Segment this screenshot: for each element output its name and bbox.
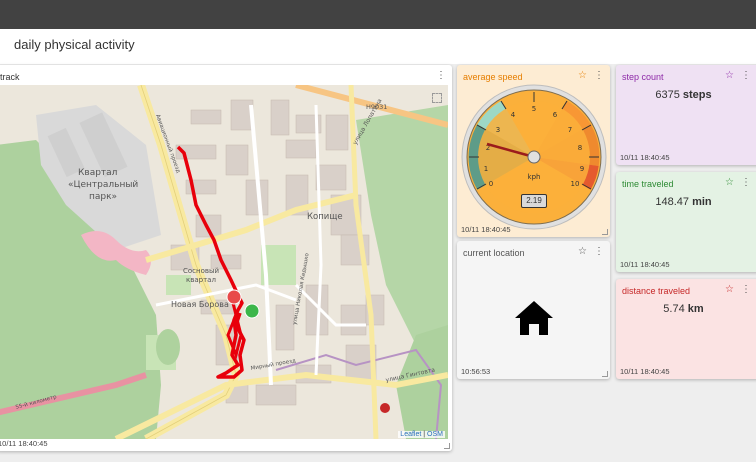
more-menu-icon[interactable]: ⋮ xyxy=(741,284,751,295)
osm-link[interactable]: OSM xyxy=(427,431,443,438)
step-count-timestamp: 10/11 18:40:45 xyxy=(620,153,670,162)
gauge-tick-8: 8 xyxy=(578,144,582,152)
speed-gauge: 0 1 2 3 4 5 6 7 8 9 10 kph xyxy=(461,84,607,230)
step-count-value: 6375 steps xyxy=(616,89,751,101)
map-label-sosnovy: Сосновый xyxy=(183,267,219,275)
step-count-unit: steps xyxy=(682,89,712,101)
resize-handle[interactable] xyxy=(444,443,450,449)
map-label-kvartal2: квартал xyxy=(186,276,216,284)
map-attribution: Leaflet | OSM xyxy=(398,431,445,438)
map-label-kvartal: Квартал xyxy=(78,168,117,178)
star-icon[interactable]: ☆ xyxy=(578,246,587,257)
gauge-tick-6: 6 xyxy=(553,111,558,119)
app-top-bar xyxy=(0,0,756,29)
poi-marker xyxy=(380,403,390,413)
resize-handle[interactable] xyxy=(602,229,608,235)
fullscreen-icon[interactable] xyxy=(432,93,442,103)
current-location-title: current location xyxy=(463,248,525,258)
average-speed-widget: average speed ☆ ⋮ 0 1 2 3 4 5 6 7 8 9 10… xyxy=(457,65,610,237)
star-icon[interactable]: ☆ xyxy=(725,70,734,81)
gauge-tick-4: 4 xyxy=(511,111,516,119)
map-label-central-park: «Центральный xyxy=(68,180,138,190)
gauge-unit: kph xyxy=(528,173,541,181)
time-traveled-title: time traveled xyxy=(622,179,674,189)
distance-traveled-value: 5.74 km xyxy=(616,303,751,315)
map-tiles: Квартал «Центральный парк» Копище Соснов… xyxy=(0,85,448,439)
gauge-tick-7: 7 xyxy=(568,126,572,134)
time-traveled-unit: min xyxy=(692,196,712,208)
star-icon[interactable]: ☆ xyxy=(725,177,734,188)
gauge-tick-5: 5 xyxy=(532,105,536,113)
current-location-timestamp: 10:56:53 xyxy=(461,367,491,376)
gauge-tick-10: 10 xyxy=(571,180,580,188)
track-map[interactable]: Квартал «Центральный парк» Копище Соснов… xyxy=(0,85,448,439)
distance-traveled-timestamp: 10/11 18:40:45 xyxy=(620,367,670,376)
distance-traveled-widget: distance traveled ☆ ⋮ 5.74 km 10/11 18:4… xyxy=(616,279,756,379)
resize-handle[interactable] xyxy=(602,371,608,377)
map-label-kopische: Копище xyxy=(307,212,343,222)
time-traveled-number: 148.47 xyxy=(655,196,690,208)
time-traveled-widget: time traveled ☆ ⋮ 148.47 min 10/11 18:40… xyxy=(616,172,756,272)
average-speed-timestamp: 10/11 18:40:45 xyxy=(461,225,511,234)
dashboard-header: daily physical activity xyxy=(0,29,756,64)
track-title: track xyxy=(0,72,20,82)
step-count-widget: step count ☆ ⋮ 6375 steps 10/11 18:40:45 xyxy=(616,65,756,165)
more-menu-icon[interactable]: ⋮ xyxy=(594,246,604,257)
start-marker[interactable] xyxy=(244,303,260,319)
distance-traveled-number: 5.74 xyxy=(663,303,685,315)
gauge-value-display: 2.19 xyxy=(521,194,547,208)
track-widget: track ⋮ Квартал «Центральный парк» Копищ… xyxy=(0,65,452,451)
current-location-widget: current location ☆ ⋮ 10:56:53 xyxy=(457,241,610,379)
more-menu-icon[interactable]: ⋮ xyxy=(741,177,751,188)
map-label-park: парк» xyxy=(89,192,117,202)
star-icon[interactable]: ☆ xyxy=(725,284,734,295)
track-timestamp: 10/11 18:40:45 xyxy=(0,439,48,448)
gauge-hub xyxy=(527,150,541,164)
leaflet-link[interactable]: Leaflet xyxy=(400,431,421,438)
end-marker[interactable] xyxy=(226,289,242,305)
distance-traveled-title: distance traveled xyxy=(622,286,691,296)
more-menu-icon[interactable]: ⋮ xyxy=(741,70,751,81)
more-menu-icon[interactable]: ⋮ xyxy=(436,70,446,81)
step-count-number: 6375 xyxy=(655,89,680,101)
gauge-tick-0: 0 xyxy=(489,180,493,188)
gauge-tick-1: 1 xyxy=(484,165,488,173)
home-icon xyxy=(515,301,553,335)
distance-traveled-unit: km xyxy=(687,303,704,315)
time-traveled-value: 148.47 min xyxy=(616,196,751,208)
step-count-title: step count xyxy=(622,72,664,82)
map-label-novaya-borovaya: Новая Борова xyxy=(171,300,229,309)
gauge-tick-9: 9 xyxy=(580,165,584,173)
gauge-tick-3: 3 xyxy=(496,126,500,134)
time-traveled-timestamp: 10/11 18:40:45 xyxy=(620,260,670,269)
dashboard-title: daily physical activity xyxy=(14,37,135,52)
